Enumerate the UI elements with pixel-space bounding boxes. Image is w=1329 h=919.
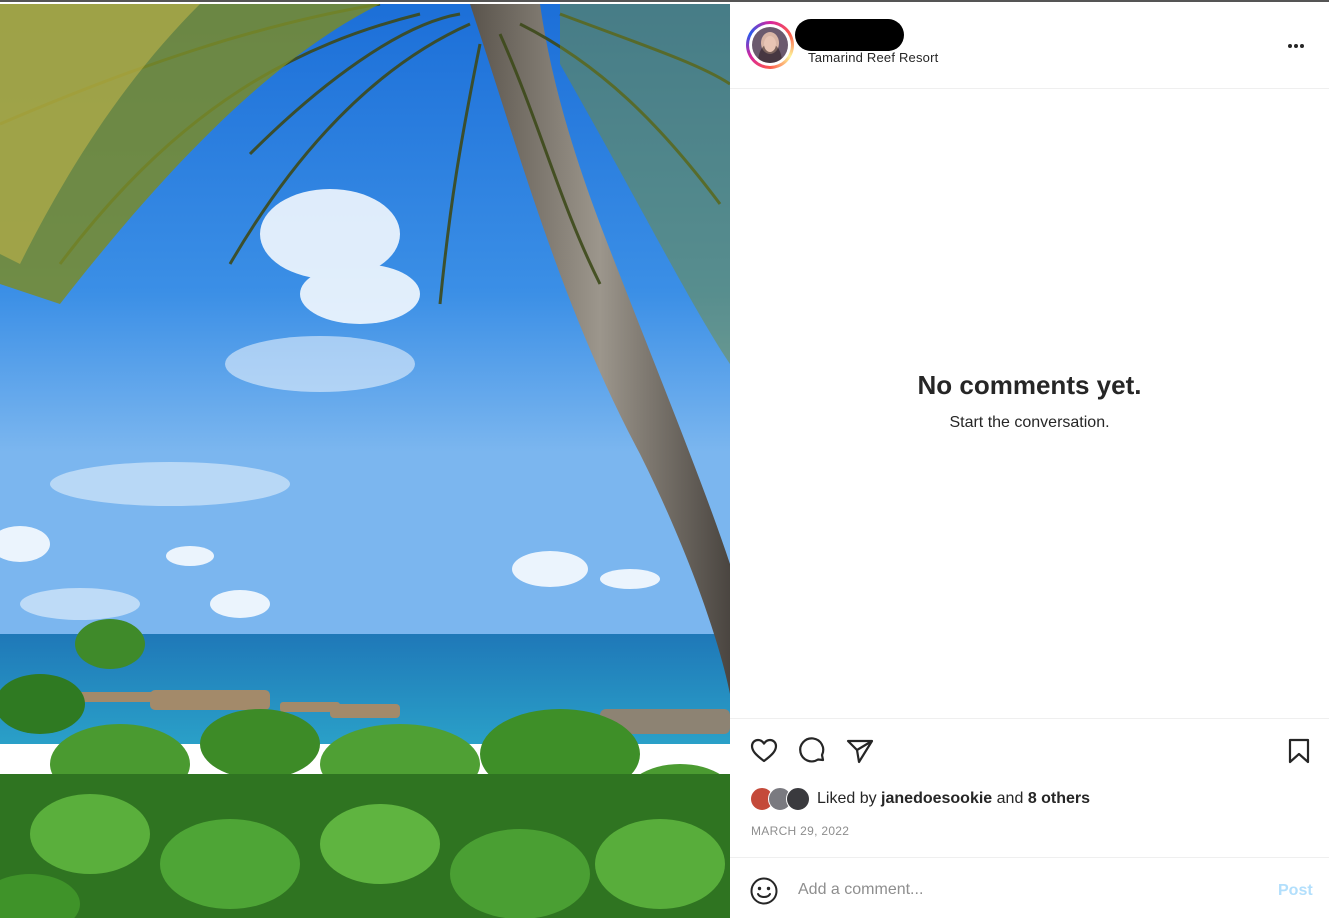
no-comments-subtitle: Start the conversation. [949, 414, 1110, 431]
liker-avatars [750, 787, 812, 811]
share-icon[interactable] [844, 735, 876, 767]
post-comment-button[interactable]: Post [1278, 882, 1313, 900]
comment-icon[interactable] [796, 735, 828, 767]
no-comments-title: No comments yet. [917, 370, 1142, 400]
liked-and-text: and [996, 790, 1024, 807]
liked-by-user-link[interactable]: janedoesookie [881, 790, 992, 808]
redacted-username [795, 19, 904, 51]
comments-area: No comments yet. Start the conversation. [730, 89, 1329, 718]
avatar-image [752, 27, 788, 63]
author-avatar[interactable] [746, 21, 794, 69]
likes-summary: Liked by janedoesookie and 8 others [750, 785, 1090, 813]
more-horizontal-icon [1288, 44, 1292, 48]
post-photo[interactable] [0, 4, 730, 918]
post-actions: Liked by janedoesookie and 8 others MARC… [730, 718, 1329, 859]
comment-input[interactable] [798, 876, 1238, 904]
emoji-icon[interactable] [748, 875, 780, 907]
comment-composer: Post [730, 857, 1329, 919]
post-side-panel: Tamarind Reef Resort No comments yet. St… [730, 4, 1329, 918]
heart-icon[interactable] [748, 735, 780, 767]
liked-others-link[interactable]: 8 others [1028, 790, 1090, 808]
more-options-button[interactable] [1278, 34, 1314, 58]
liked-by-text: Liked by [817, 790, 877, 807]
post-dialog: Tamarind Reef Resort No comments yet. St… [0, 0, 1329, 918]
post-header: Tamarind Reef Resort [730, 4, 1329, 89]
beach-palm-photo [0, 4, 730, 918]
bookmark-icon[interactable] [1283, 735, 1315, 767]
location-link[interactable]: Tamarind Reef Resort [808, 50, 938, 65]
liker-avatar[interactable] [786, 787, 810, 811]
post-date[interactable]: MARCH 29, 2022 [751, 824, 849, 838]
